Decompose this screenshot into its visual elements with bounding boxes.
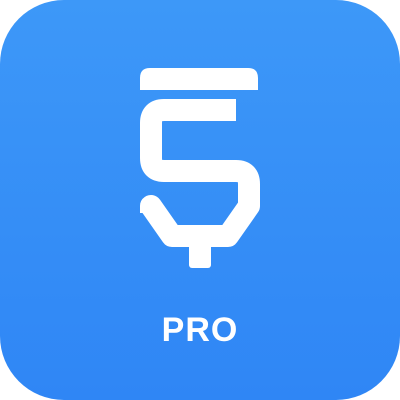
pro-label: PRO — [161, 311, 239, 349]
logo-nib-tip — [189, 236, 211, 268]
logo-s-stroke — [140, 99, 260, 247]
logo-cap-bar — [140, 68, 258, 90]
app-icon[interactable]: PRO — [0, 0, 400, 400]
